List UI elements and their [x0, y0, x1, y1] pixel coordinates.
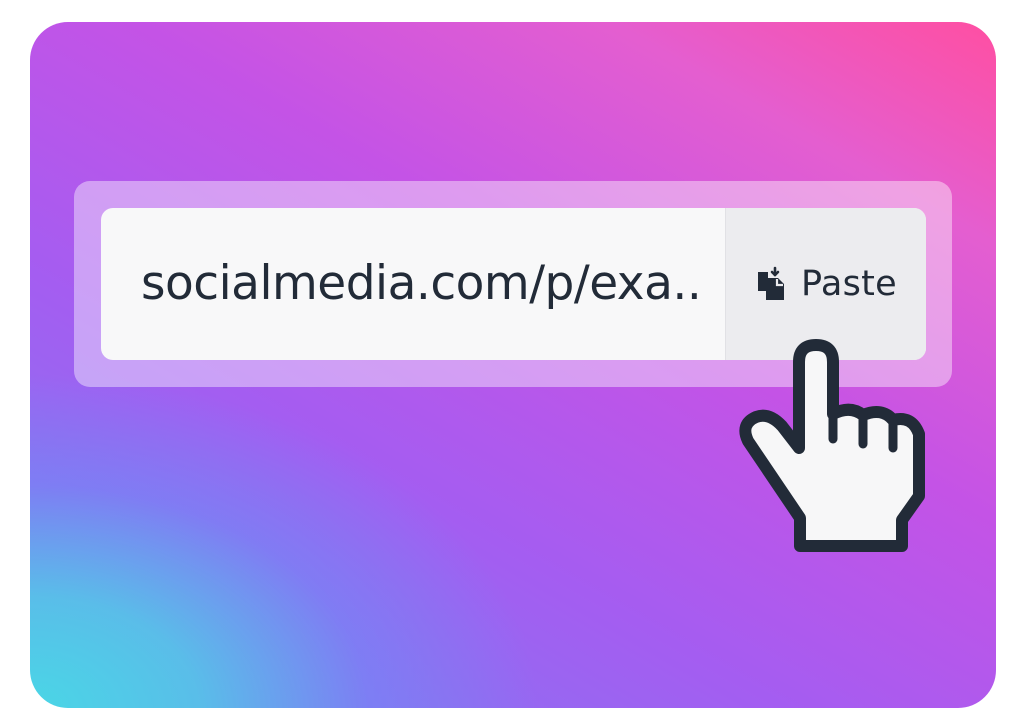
clipboard-icon: [758, 266, 784, 300]
hand-pointer-cursor-icon: [739, 339, 925, 552]
paste-button-label: Paste: [801, 264, 897, 304]
url-input-value: socialmedia.com/p/exa..: [141, 256, 702, 311]
